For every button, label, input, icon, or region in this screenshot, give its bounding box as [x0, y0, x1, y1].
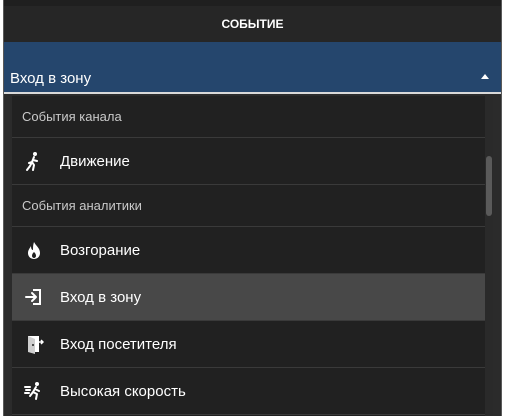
- visitor-entrance-icon: [24, 334, 44, 354]
- event-select-value: Вход в зону: [10, 70, 92, 87]
- option-fire[interactable]: Возгорание: [12, 227, 493, 274]
- event-panel: СОБЫТИЕ Вход в зону События канала Движе…: [3, 0, 502, 416]
- scrollbar-thumb[interactable]: [486, 156, 492, 216]
- group-label-channel-events: События канала: [12, 96, 493, 138]
- option-high-speed[interactable]: Высокая скорость: [12, 368, 493, 415]
- option-label: Вход посетителя: [60, 335, 177, 353]
- event-select[interactable]: Вход в зону: [4, 42, 501, 94]
- option-label: Высокая скорость: [60, 382, 186, 400]
- group-label-analytics-events: События аналитики: [12, 185, 493, 227]
- option-label: Вход в зону: [60, 288, 142, 306]
- option-motion[interactable]: Движение: [12, 138, 493, 185]
- event-dropdown-list: События канала Движение События аналитик…: [12, 96, 493, 416]
- running-fast-icon: [24, 381, 44, 401]
- enter-zone-icon: [24, 287, 44, 307]
- option-visitor-entrance[interactable]: Вход посетителя: [12, 321, 493, 368]
- fire-icon: [24, 240, 44, 260]
- option-label: Возгорание: [60, 241, 141, 259]
- walking-person-icon: [24, 151, 44, 171]
- option-enter-zone[interactable]: Вход в зону: [12, 274, 493, 321]
- panel-title: СОБЫТИЕ: [221, 17, 284, 31]
- option-label: Движение: [60, 152, 130, 170]
- chevron-up-icon[interactable]: [481, 74, 489, 79]
- panel-header: СОБЫТИЕ: [4, 0, 501, 42]
- dropdown-scrollbar[interactable]: [485, 96, 493, 416]
